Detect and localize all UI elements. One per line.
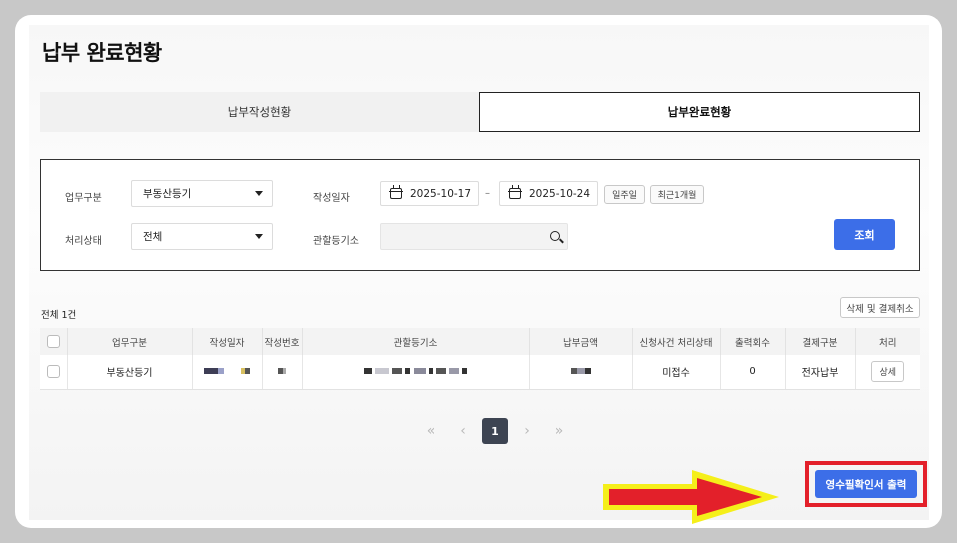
column-header: 관할등기소 — [301, 328, 529, 355]
business-type-label: 업무구분 — [65, 193, 102, 204]
search-icon[interactable] — [550, 231, 560, 241]
column-header: 납부금액 — [528, 328, 632, 355]
header-checkbox-cell — [40, 328, 67, 355]
quick-week-button[interactable]: 일주일 — [604, 185, 645, 204]
status-select[interactable]: 전체 — [131, 223, 273, 250]
cell-print-count: 0 — [719, 355, 785, 390]
quick-month-button[interactable]: 최근1개월 — [650, 185, 704, 204]
status-label: 처리상태 — [65, 236, 102, 247]
registry-label: 관할등기소 — [313, 236, 359, 247]
column-header: 출력회수 — [719, 328, 785, 355]
tab-payment-complete[interactable]: 납부완료현황 — [479, 92, 920, 132]
results-table: 업무구분 작성일자 작성번호 관할등기소 납부금액 신청사건 처리상태 출력회수… — [40, 328, 920, 390]
row-checkbox-cell — [40, 355, 67, 390]
business-type-select[interactable]: 부동산등기 — [131, 180, 273, 207]
main-card: 납부 완료현황 납부작성현황 납부완료현황 업무구분 부동산등기 작성일자 20… — [15, 15, 942, 528]
column-header: 결제구분 — [784, 328, 855, 355]
cell-written-number-redacted — [261, 355, 302, 390]
delete-cancel-button[interactable]: 삭제 및 결제취소 — [840, 297, 920, 318]
cell-payment-type: 전자납부 — [784, 355, 855, 390]
pagination: « ‹ 1 › » — [415, 418, 575, 444]
search-filter-panel: 업무구분 부동산등기 작성일자 2025-10-17 – 2025-10-24 … — [40, 159, 920, 271]
print-receipt-button[interactable]: 영수필확인서 출력 — [815, 470, 917, 498]
search-button[interactable]: 조회 — [834, 219, 895, 250]
cell-written-date-redacted — [191, 355, 262, 390]
date-to-value: 2025-10-24 — [529, 187, 591, 200]
cell-status: 미접수 — [631, 355, 720, 390]
next-page-icon[interactable]: › — [514, 418, 540, 444]
cell-registry-redacted — [301, 355, 529, 390]
cell-business-type: 부동산등기 — [66, 355, 192, 390]
column-header: 업무구분 — [66, 328, 192, 355]
chevron-down-icon — [255, 234, 263, 239]
table-header-row: 업무구분 작성일자 작성번호 관할등기소 납부금액 신청사건 처리상태 출력회수… — [40, 328, 920, 355]
date-to-field[interactable]: 2025-10-24 — [499, 181, 598, 206]
red-arrow-annotation-icon — [603, 470, 779, 524]
date-separator: – — [485, 188, 490, 199]
last-page-icon[interactable]: » — [546, 418, 572, 444]
column-header: 작성일자 — [191, 328, 262, 355]
cell-action: 상세 — [854, 355, 920, 390]
registry-input[interactable] — [380, 223, 568, 250]
tab-payment-draft[interactable]: 납부작성현황 — [40, 92, 479, 132]
date-label: 작성일자 — [313, 193, 350, 204]
detail-button[interactable]: 상세 — [871, 361, 905, 383]
column-header: 작성번호 — [261, 328, 302, 355]
table-row: 부동산등기 미접수 0 전자납부 상세 — [40, 355, 920, 390]
select-all-checkbox[interactable] — [46, 335, 60, 348]
column-header: 신청사건 처리상태 — [631, 328, 720, 355]
prev-page-icon[interactable]: ‹ — [450, 418, 476, 444]
column-header: 처리 — [854, 328, 920, 355]
tab-bar: 납부작성현황 납부완료현황 — [40, 92, 920, 132]
calendar-icon — [508, 185, 522, 199]
page-1-button[interactable]: 1 — [482, 418, 508, 444]
cell-payment-amount-redacted — [528, 355, 632, 390]
result-total: 전체 1건 — [41, 310, 77, 321]
first-page-icon[interactable]: « — [418, 418, 444, 444]
business-type-value: 부동산등기 — [143, 188, 192, 200]
chevron-down-icon — [255, 191, 263, 196]
calendar-icon — [389, 185, 403, 199]
status-value: 전체 — [143, 231, 163, 243]
row-checkbox[interactable] — [46, 365, 60, 379]
page-title: 납부 완료현황 — [42, 41, 162, 65]
date-from-value: 2025-10-17 — [410, 187, 472, 200]
date-from-field[interactable]: 2025-10-17 — [380, 181, 479, 206]
